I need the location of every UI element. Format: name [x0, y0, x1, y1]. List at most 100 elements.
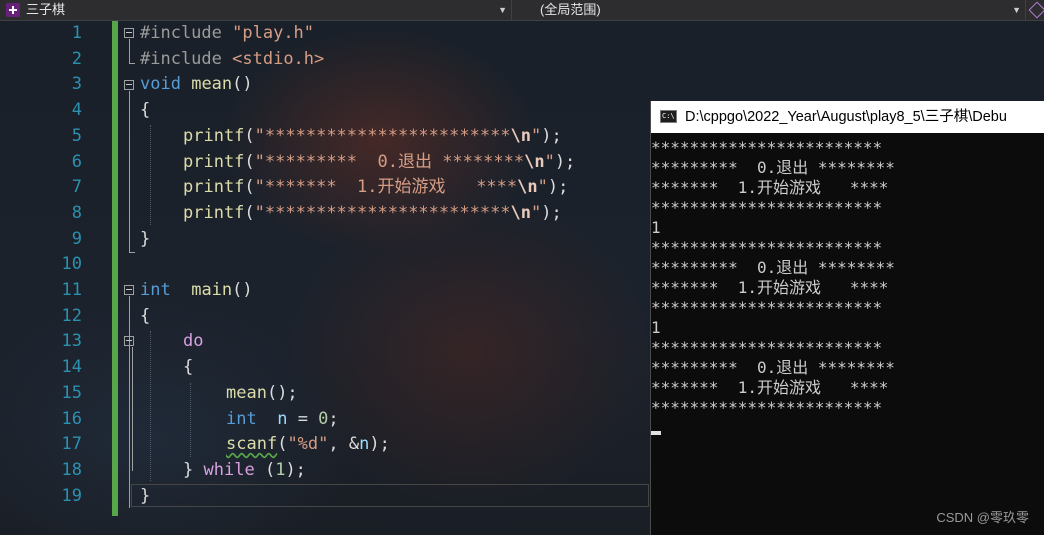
brace: {	[183, 357, 194, 378]
indent-guide	[150, 125, 151, 225]
string-quote: "	[531, 125, 542, 146]
line-number: 7	[71, 177, 82, 198]
line-number: 5	[71, 125, 82, 146]
punctuation: ();	[266, 382, 298, 403]
code-line-2: #include <stdio.h>	[140, 47, 324, 73]
console-output-line: 1	[651, 318, 661, 337]
punctuation: , &	[328, 434, 360, 455]
scope-dropdown-label: (全局范围)	[540, 2, 601, 17]
punctuation: );	[541, 125, 562, 146]
console-output-line: ******* 1.开始游戏 ****	[651, 178, 889, 197]
preprocessor-directive: #include	[140, 23, 222, 43]
line-number: 4	[71, 100, 82, 121]
number-literal: 1	[275, 459, 286, 480]
string-quote: "	[544, 151, 555, 172]
string-quote: "	[537, 177, 548, 198]
fold-guide	[132, 347, 133, 471]
watermark: CSDN @零玖零	[936, 510, 1029, 525]
console-output-line: ************************	[651, 238, 883, 257]
variable: n	[277, 408, 288, 429]
scope-dropdown[interactable]: (全局范围) ▼	[516, 0, 1026, 20]
line-number: 16	[61, 408, 82, 429]
console-output-line: ************************	[651, 338, 883, 357]
brace: }	[183, 459, 194, 480]
escape-sequence: \n	[510, 125, 532, 146]
format-string: "%d"	[287, 434, 329, 455]
line-number: 14	[61, 357, 82, 378]
punctuation: (	[264, 459, 276, 480]
collapse-icon[interactable]	[124, 28, 134, 38]
brace: }	[140, 485, 151, 506]
code-line-3: void mean()	[140, 72, 253, 98]
code-line-18: } while (1);	[183, 458, 306, 484]
code-line-13: do	[183, 329, 203, 355]
control-keyword: while	[203, 459, 255, 480]
editor-navigation-bar: 三子棋 ▼ (全局范围) ▼	[0, 0, 1044, 21]
code-line-9: }	[140, 227, 150, 253]
function-call-warning[interactable]: scanf	[226, 434, 277, 454]
function-call: printf	[183, 177, 245, 198]
line-number: 9	[71, 228, 82, 249]
chevron-down-icon: ▼	[498, 5, 507, 15]
console-output-line: 1	[651, 218, 661, 237]
fold-guide-end	[129, 63, 135, 64]
fold-guide	[129, 296, 130, 508]
brace: {	[140, 100, 151, 121]
code-line-14: {	[183, 355, 193, 381]
console-app-icon: C:\	[660, 110, 677, 123]
fold-guide	[129, 39, 130, 63]
console-output-line: ******* 1.开始游戏 ****	[651, 278, 889, 297]
indent-guide	[150, 331, 151, 481]
indent-guide	[190, 383, 191, 457]
punctuation: );	[554, 151, 576, 172]
function-name: mean	[191, 74, 233, 95]
number-literal: 0	[318, 408, 329, 429]
string-quote: "	[531, 202, 542, 223]
code-line-4: {	[140, 98, 150, 124]
line-number: 2	[71, 48, 82, 69]
keyword: void	[140, 74, 181, 95]
escape-sequence: \n	[517, 177, 538, 198]
function-call: printf	[183, 202, 245, 223]
line-number: 18	[61, 459, 82, 480]
string-literal: "************************	[254, 125, 511, 146]
function-call: printf	[183, 151, 245, 172]
collapse-icon[interactable]	[124, 285, 134, 295]
line-number: 19	[61, 485, 82, 506]
console-output: ************************ ********* 0.退出 …	[651, 138, 1044, 435]
code-line-7: printf("******* 1.开始游戏 ****\n");	[183, 175, 568, 201]
console-output-line: ********* 0.退出 ********	[651, 158, 895, 177]
line-number-gutter: 1 2 3 4 5 6 7 8 9 10 11 12 13 14 15 16 1…	[0, 21, 90, 535]
console-title-bar[interactable]: C:\ D:\cppgo\2022_Year\August\play8_5\三子…	[651, 101, 1044, 133]
line-number: 1	[71, 23, 82, 43]
include-path: "play.h"	[232, 23, 315, 43]
file-dropdown[interactable]: 三子棋 ▼	[0, 0, 512, 20]
code-line-11: int main()	[140, 278, 253, 304]
escape-sequence: \n	[524, 151, 545, 172]
function-call: mean	[226, 382, 267, 403]
line-number: 11	[61, 280, 82, 300]
console-title: D:\cppgo\2022_Year\August\play8_5\三子棋\De…	[685, 109, 1007, 125]
member-dropdown[interactable]	[1028, 0, 1044, 20]
fold-guide	[129, 91, 130, 253]
function-name: main	[191, 280, 233, 300]
escape-sequence: \n	[510, 202, 532, 223]
punctuation: );	[369, 434, 390, 455]
console-output-line: ************************	[651, 198, 883, 217]
punctuation: );	[285, 459, 306, 480]
chevron-down-icon: ▼	[1012, 5, 1021, 15]
brace: }	[140, 228, 151, 249]
line-number: 13	[61, 331, 82, 352]
control-keyword: do	[183, 331, 204, 352]
console-window[interactable]: C:\ D:\cppgo\2022_Year\August\play8_5\三子…	[650, 101, 1044, 535]
punctuation: (	[244, 125, 255, 146]
collapse-icon[interactable]	[124, 336, 134, 346]
punctuation: );	[541, 202, 562, 223]
collapse-icon[interactable]	[124, 80, 134, 90]
punctuation: (	[244, 177, 255, 198]
console-output-line: ************************	[651, 398, 883, 417]
string-literal: "********* 0.退出 ********	[254, 151, 525, 172]
code-line-8: printf("************************\n");	[183, 201, 562, 227]
line-number: 17	[61, 434, 82, 455]
keyword: int	[226, 408, 257, 429]
